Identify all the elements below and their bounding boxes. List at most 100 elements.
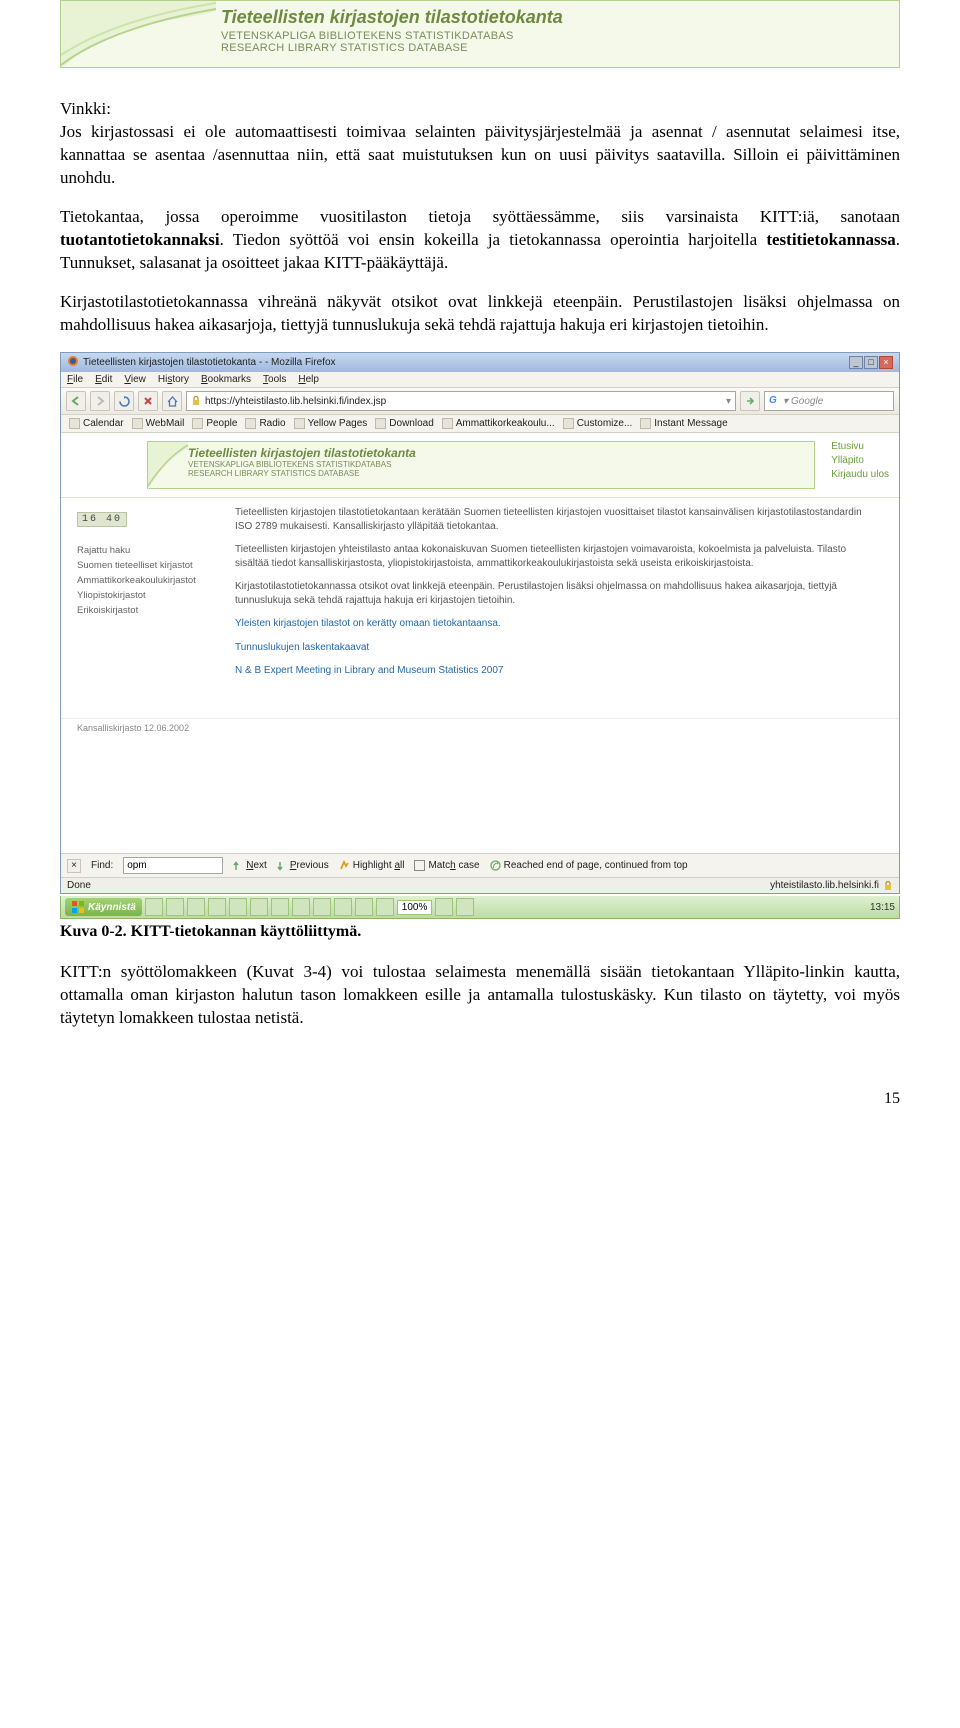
taskbar-item[interactable]: [292, 898, 310, 916]
bookmark-item[interactable]: People: [192, 418, 237, 429]
home-button[interactable]: [162, 391, 182, 411]
minimize-button[interactable]: _: [849, 356, 863, 369]
menu-history[interactable]: History: [158, 374, 189, 385]
reload-button[interactable]: [114, 391, 134, 411]
menu-edit[interactable]: Edit: [95, 374, 112, 385]
taskbar-item[interactable]: [435, 898, 453, 916]
leftnav-item[interactable]: Rajattu haku: [77, 545, 211, 556]
close-findbar-button[interactable]: ×: [67, 859, 81, 873]
main-link-1[interactable]: Yleisten kirjastojen tilastot on kerätty…: [235, 617, 875, 631]
taskbar-item[interactable]: [376, 898, 394, 916]
find-next-button[interactable]: Next: [233, 860, 267, 871]
status-bar: Done yhteistilasto.lib.helsinki.fi: [61, 877, 899, 893]
bookmark-item[interactable]: Calendar: [69, 418, 124, 429]
page-icon: [294, 418, 305, 429]
nav-kirjaudu[interactable]: Kirjaudu ulos: [831, 469, 889, 480]
taskbar-item[interactable]: [334, 898, 352, 916]
site-title: Tieteellisten kirjastojen tilastotietoka…: [188, 446, 804, 460]
bookmark-item[interactable]: Yellow Pages: [294, 418, 368, 429]
p2-d: testitietokannassa: [766, 230, 895, 249]
leftnav-item[interactable]: Yliopistokirjastot: [77, 590, 211, 601]
menu-bookmarks[interactable]: Bookmarks: [201, 374, 251, 385]
find-input[interactable]: [123, 857, 223, 874]
url-text: https://yhteistilasto.lib.helsinki.fi/in…: [205, 396, 722, 407]
windows-icon: [71, 900, 85, 914]
bookmark-item[interactable]: Download: [375, 418, 433, 429]
search-box[interactable]: G ▾ Google: [764, 391, 894, 411]
lock-icon: [191, 396, 201, 406]
page-icon: [132, 418, 143, 429]
menu-view[interactable]: View: [124, 374, 146, 385]
p2-a: Tietokantaa, jossa operoimme vuositilast…: [60, 207, 900, 226]
visit-counter: 16 40: [77, 512, 127, 527]
taskbar-item[interactable]: [355, 898, 373, 916]
bookmarks-bar: Calendar WebMail People Radio Yellow Pag…: [61, 415, 899, 433]
leftnav-item[interactable]: Erikoiskirjastot: [77, 605, 211, 616]
main-p2: Tieteellisten kirjastojen yhteistilasto …: [235, 543, 875, 570]
menu-help[interactable]: Help: [298, 374, 319, 385]
browser-screenshot: Tieteellisten kirjastojen tilastotietoka…: [60, 352, 900, 894]
leftnav-item[interactable]: Ammattikorkeakoulukirjastot: [77, 575, 211, 586]
taskbar-item[interactable]: [456, 898, 474, 916]
nav-etusivu[interactable]: Etusivu: [831, 441, 889, 452]
search-placeholder: Google: [791, 396, 823, 407]
clock: 13:15: [870, 902, 895, 913]
taskbar-item[interactable]: [208, 898, 226, 916]
status-domain: yhteistilasto.lib.helsinki.fi: [770, 880, 879, 891]
page-banner: Tieteellisten kirjastojen tilastotietoka…: [60, 0, 900, 68]
bookmark-item[interactable]: Radio: [245, 418, 285, 429]
site-topnav: Etusivu Ylläpito Kirjaudu ulos: [831, 441, 889, 480]
hint-label: Vinkki:: [60, 98, 900, 121]
hint-paragraph: Jos kirjastossasi ei ole automaattisesti…: [60, 121, 900, 190]
menu-file[interactable]: File: [67, 374, 83, 385]
toolbar: https://yhteistilasto.lib.helsinki.fi/in…: [61, 388, 899, 415]
taskbar-item[interactable]: [145, 898, 163, 916]
match-case-checkbox[interactable]: Match case: [414, 860, 479, 871]
main-link-3[interactable]: N & B Expert Meeting in Library and Muse…: [235, 664, 875, 678]
main-link-2[interactable]: Tunnuslukujen laskentakaavat: [235, 641, 875, 655]
dropdown-icon[interactable]: ▾: [726, 396, 731, 407]
url-box[interactable]: https://yhteistilasto.lib.helsinki.fi/in…: [186, 391, 736, 411]
taskbar-item[interactable]: [271, 898, 289, 916]
nav-yllapito[interactable]: Ylläpito: [831, 455, 889, 466]
page-icon: [245, 418, 256, 429]
site-footer: Kansalliskirjasto 12.06.2002: [61, 718, 899, 737]
firefox-icon: [67, 355, 79, 370]
print-paragraph: KITT:n syöttölomakkeen (Kuvat 3-4) voi t…: [60, 961, 900, 1030]
taskbar-item[interactable]: [166, 898, 184, 916]
taskbar-item[interactable]: [229, 898, 247, 916]
taskbar-item[interactable]: [313, 898, 331, 916]
leftnav-item[interactable]: Suomen tieteelliset kirjastot: [77, 560, 211, 571]
find-status: Reached end of page, continued from top: [490, 860, 688, 871]
page-icon: [442, 418, 453, 429]
site-banner: Tieteellisten kirjastojen tilastotietoka…: [147, 441, 815, 489]
titlebar: Tieteellisten kirjastojen tilastotietoka…: [61, 353, 899, 372]
page-icon: [69, 418, 80, 429]
maximize-button[interactable]: □: [864, 356, 878, 369]
bookmark-item[interactable]: Instant Message: [640, 418, 727, 429]
bookmark-item[interactable]: WebMail: [132, 418, 185, 429]
page-icon: [375, 418, 386, 429]
taskbar-item[interactable]: [187, 898, 205, 916]
bookmark-item[interactable]: Customize...: [563, 418, 633, 429]
close-button[interactable]: ×: [879, 356, 893, 369]
main-p3: Kirjastotilastotietokannassa otsikot ova…: [235, 580, 875, 607]
svg-text:G: G: [769, 395, 777, 405]
go-button[interactable]: [740, 391, 760, 411]
back-button[interactable]: [66, 391, 86, 411]
stop-button[interactable]: [138, 391, 158, 411]
site-main: Tieteellisten kirjastojen tilastotietoka…: [235, 498, 899, 688]
highlight-all-button[interactable]: Highlight all: [339, 860, 405, 871]
bookmark-item[interactable]: Ammattikorkeakoulu...: [442, 418, 555, 429]
viewport: Tieteellisten kirjastojen tilastotietoka…: [61, 433, 899, 853]
menu-tools[interactable]: Tools: [263, 374, 286, 385]
find-prev-button[interactable]: Previous: [277, 860, 329, 871]
banner-sub2: RESEARCH LIBRARY STATISTICS DATABASE: [221, 42, 885, 54]
page-icon: [563, 418, 574, 429]
banner-swoosh: [148, 442, 188, 488]
site-sub2: RESEARCH LIBRARY STATISTICS DATABASE: [188, 469, 804, 478]
taskbar-item[interactable]: [250, 898, 268, 916]
page-icon: [640, 418, 651, 429]
start-button[interactable]: Käynnistä: [65, 898, 142, 916]
forward-button[interactable]: [90, 391, 110, 411]
